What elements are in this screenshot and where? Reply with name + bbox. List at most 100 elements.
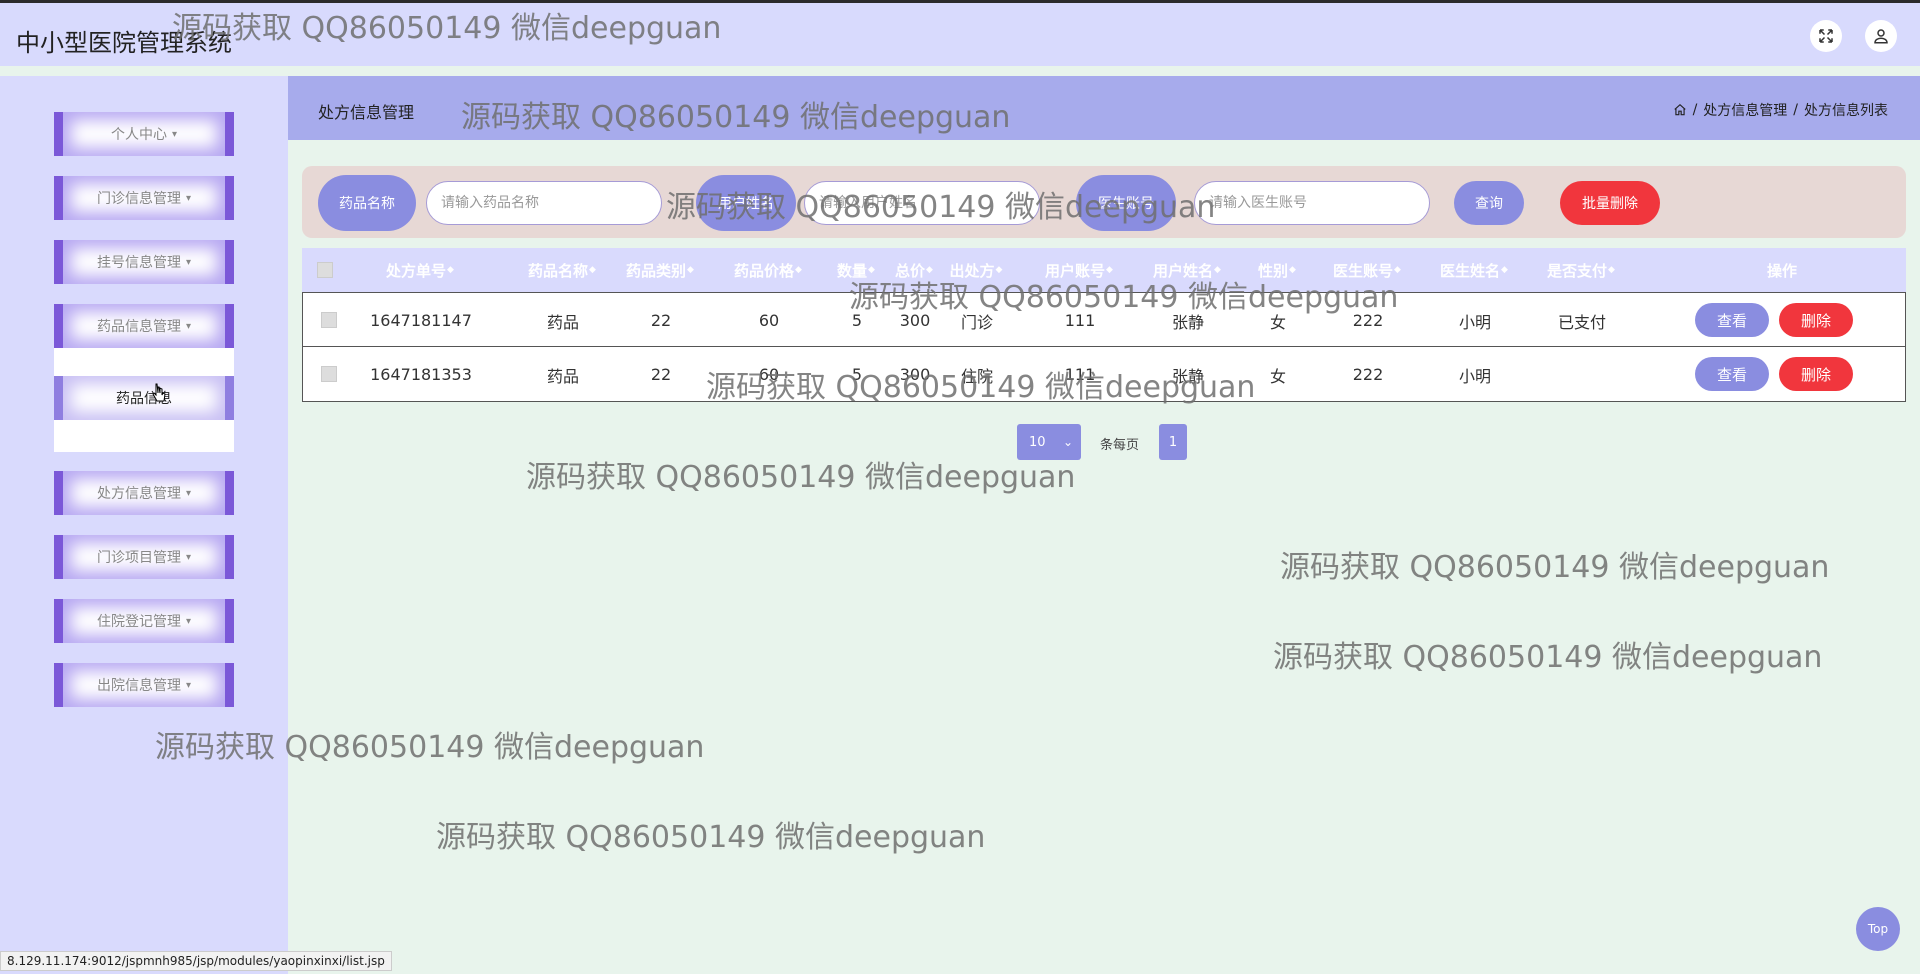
sort-icon: ◆	[995, 265, 1003, 275]
cell-category: 22	[650, 365, 672, 384]
sort-icon: ◆	[868, 265, 875, 275]
cell-user-account: 111	[1064, 365, 1096, 384]
page-header: 处方信息管理 / 处方信息管理 / 处方信息列表	[288, 76, 1920, 140]
prescription-table: 处方单号 ◆ 药品名称 ◆ 药品类别 ◆ 药品价格 ◆ 数量 ◆ 总价 ◆ 出处方 ◆ 用户账…	[302, 248, 1906, 402]
col-header[interactable]: 用户账号 ◆	[1030, 248, 1128, 292]
sort-icon: ◆	[589, 265, 596, 275]
col-header[interactable]: 是否支付 ◆	[1532, 248, 1630, 292]
delete-button[interactable]: 删除	[1779, 357, 1853, 391]
chevron-down-icon: ▾	[185, 679, 192, 691]
sidebar-item-registration[interactable]: 挂号信息管理 ▾	[54, 240, 234, 284]
col-header[interactable]: 医生姓名 ◆	[1425, 248, 1523, 292]
col-header[interactable]: 药品名称 ◆	[507, 248, 617, 292]
sort-icon: ◆	[447, 265, 454, 275]
cell-id: 1647181353	[370, 365, 472, 384]
home-icon[interactable]	[1673, 103, 1687, 117]
doctor-account-label: 医生账号	[1076, 175, 1176, 231]
page-size-select[interactable]: 10 ⌄	[1017, 424, 1081, 460]
cell-qty: 5	[851, 311, 863, 330]
cell-id: 1647181147	[370, 311, 472, 330]
col-header[interactable]: 处方单号 ◆	[367, 248, 473, 292]
sort-icon: ◆	[1106, 265, 1113, 275]
user-button[interactable]	[1865, 20, 1897, 52]
main-content: 处方信息管理 / 处方信息管理 / 处方信息列表 药品名称 用户姓名 医生账号 …	[288, 76, 1920, 974]
cell-type: 门诊	[960, 312, 993, 332]
table-row: 1647181353 药品 22 60 5 300 住院 111 张静 女 22…	[302, 347, 1906, 402]
col-header[interactable]: 出处方 ◆	[934, 248, 1018, 292]
cell-category: 22	[650, 311, 672, 330]
sidebar-item-discharge[interactable]: 出院信息管理 ▾	[54, 663, 234, 707]
col-header[interactable]: 药品类别 ◆	[614, 248, 706, 292]
per-page-label: 条每页	[1100, 438, 1140, 453]
sidebar-item-drug[interactable]: 药品信息管理 ▾	[54, 304, 234, 348]
cell-paid	[1533, 347, 1631, 402]
sort-icon: ◆	[687, 265, 694, 275]
chevron-down-icon: ▾	[185, 320, 192, 332]
search-panel: 药品名称 用户姓名 医生账号 查询 批量删除	[302, 166, 1906, 238]
app-title: 中小型医院管理系统	[16, 29, 232, 57]
select-all-checkbox[interactable]	[317, 262, 333, 278]
chevron-down-icon: ▾	[185, 256, 192, 268]
cell-doctor-name: 小明	[1458, 366, 1491, 386]
sidebar-item-outpatient[interactable]: 门诊信息管理 ▾	[54, 176, 234, 220]
chevron-down-icon: ⌄	[1062, 435, 1073, 449]
chevron-down-icon: ▾	[185, 192, 192, 204]
row-checkbox[interactable]	[321, 366, 337, 382]
batch-delete-button[interactable]: 批量删除	[1560, 181, 1660, 225]
cell-gender: 女	[1269, 312, 1286, 332]
cell-type: 住院	[960, 366, 993, 386]
fullscreen-icon	[1819, 29, 1833, 43]
query-button[interactable]: 查询	[1454, 181, 1524, 225]
breadcrumb-separator: /	[1793, 102, 1798, 118]
cursor-icon	[152, 383, 166, 402]
breadcrumb: / 处方信息管理 / 处方信息列表	[1673, 100, 1888, 120]
col-header[interactable]: 药品价格 ◆	[722, 248, 814, 292]
col-header[interactable]: 医生账号 ◆	[1318, 248, 1416, 292]
table-header: 处方单号 ◆ 药品名称 ◆ 药品类别 ◆ 药品价格 ◆ 数量 ◆ 总价 ◆ 出处方 ◆ 用户账…	[302, 248, 1906, 292]
sidebar: 个人中心 ▾ 门诊信息管理 ▾ 挂号信息管理 ▾ 药品信息管理 ▾ 药品信息 处方信息管…	[0, 76, 288, 974]
col-header[interactable]: 用户姓名 ◆	[1138, 248, 1236, 292]
submenu-item-drug-info[interactable]: 药品信息	[54, 376, 234, 420]
doctor-account-input[interactable]	[1194, 181, 1430, 225]
col-header[interactable]: 数量 ◆	[826, 248, 886, 292]
table-row: 1647181147 药品 22 60 5 300 门诊 111 张静 女 22…	[302, 292, 1906, 347]
chevron-down-icon: ▾	[171, 128, 178, 140]
cell-doctor-account: 222	[1352, 365, 1384, 384]
fullscreen-button[interactable]	[1810, 20, 1842, 52]
cell-price: 60	[758, 365, 780, 384]
status-bar-url: 8.129.11.174:9012/jspmnh985/jsp/modules/…	[0, 951, 392, 971]
sort-icon: ◆	[1501, 265, 1508, 275]
user-icon	[1874, 29, 1888, 44]
drug-name-label: 药品名称	[318, 175, 416, 231]
row-checkbox[interactable]	[321, 312, 337, 328]
col-header-actions: 操作	[1766, 261, 1797, 280]
cell-drug: 药品	[546, 312, 579, 332]
user-name-label: 用户姓名	[696, 175, 796, 231]
sort-icon: ◆	[795, 265, 802, 275]
user-name-input[interactable]	[804, 181, 1040, 225]
breadcrumb-separator: /	[1692, 102, 1698, 118]
cell-price: 60	[758, 311, 780, 330]
cell-user-account: 111	[1064, 311, 1096, 330]
back-to-top-button[interactable]: Top	[1856, 907, 1900, 951]
sidebar-item-hospitalization[interactable]: 住院登记管理 ▾	[54, 599, 234, 643]
page-number-button[interactable]: 1	[1159, 424, 1187, 460]
sidebar-item-outpatient-project[interactable]: 门诊项目管理 ▾	[54, 535, 234, 579]
top-bar: 中小型医院管理系统	[0, 0, 1920, 66]
page-title: 处方信息管理	[318, 103, 415, 122]
col-header[interactable]: 性别 ◆	[1247, 248, 1307, 292]
sidebar-item-personal-center[interactable]: 个人中心 ▾	[54, 112, 234, 156]
sort-icon: ◆	[1289, 265, 1296, 275]
delete-button[interactable]: 删除	[1779, 303, 1853, 337]
breadcrumb-item[interactable]: 处方信息管理	[1703, 100, 1787, 120]
cell-paid: 已支付	[1557, 312, 1606, 332]
view-button[interactable]: 查看	[1695, 303, 1769, 337]
view-button[interactable]: 查看	[1695, 357, 1769, 391]
cell-user-name: 张静	[1171, 312, 1204, 332]
sort-icon: ◆	[1608, 265, 1615, 275]
chevron-down-icon: ▾	[185, 487, 192, 499]
breadcrumb-item-current: 处方信息列表	[1804, 103, 1888, 119]
drug-name-input[interactable]	[426, 181, 662, 225]
sort-icon: ◆	[1394, 265, 1401, 275]
sidebar-item-prescription[interactable]: 处方信息管理 ▾	[54, 471, 234, 515]
